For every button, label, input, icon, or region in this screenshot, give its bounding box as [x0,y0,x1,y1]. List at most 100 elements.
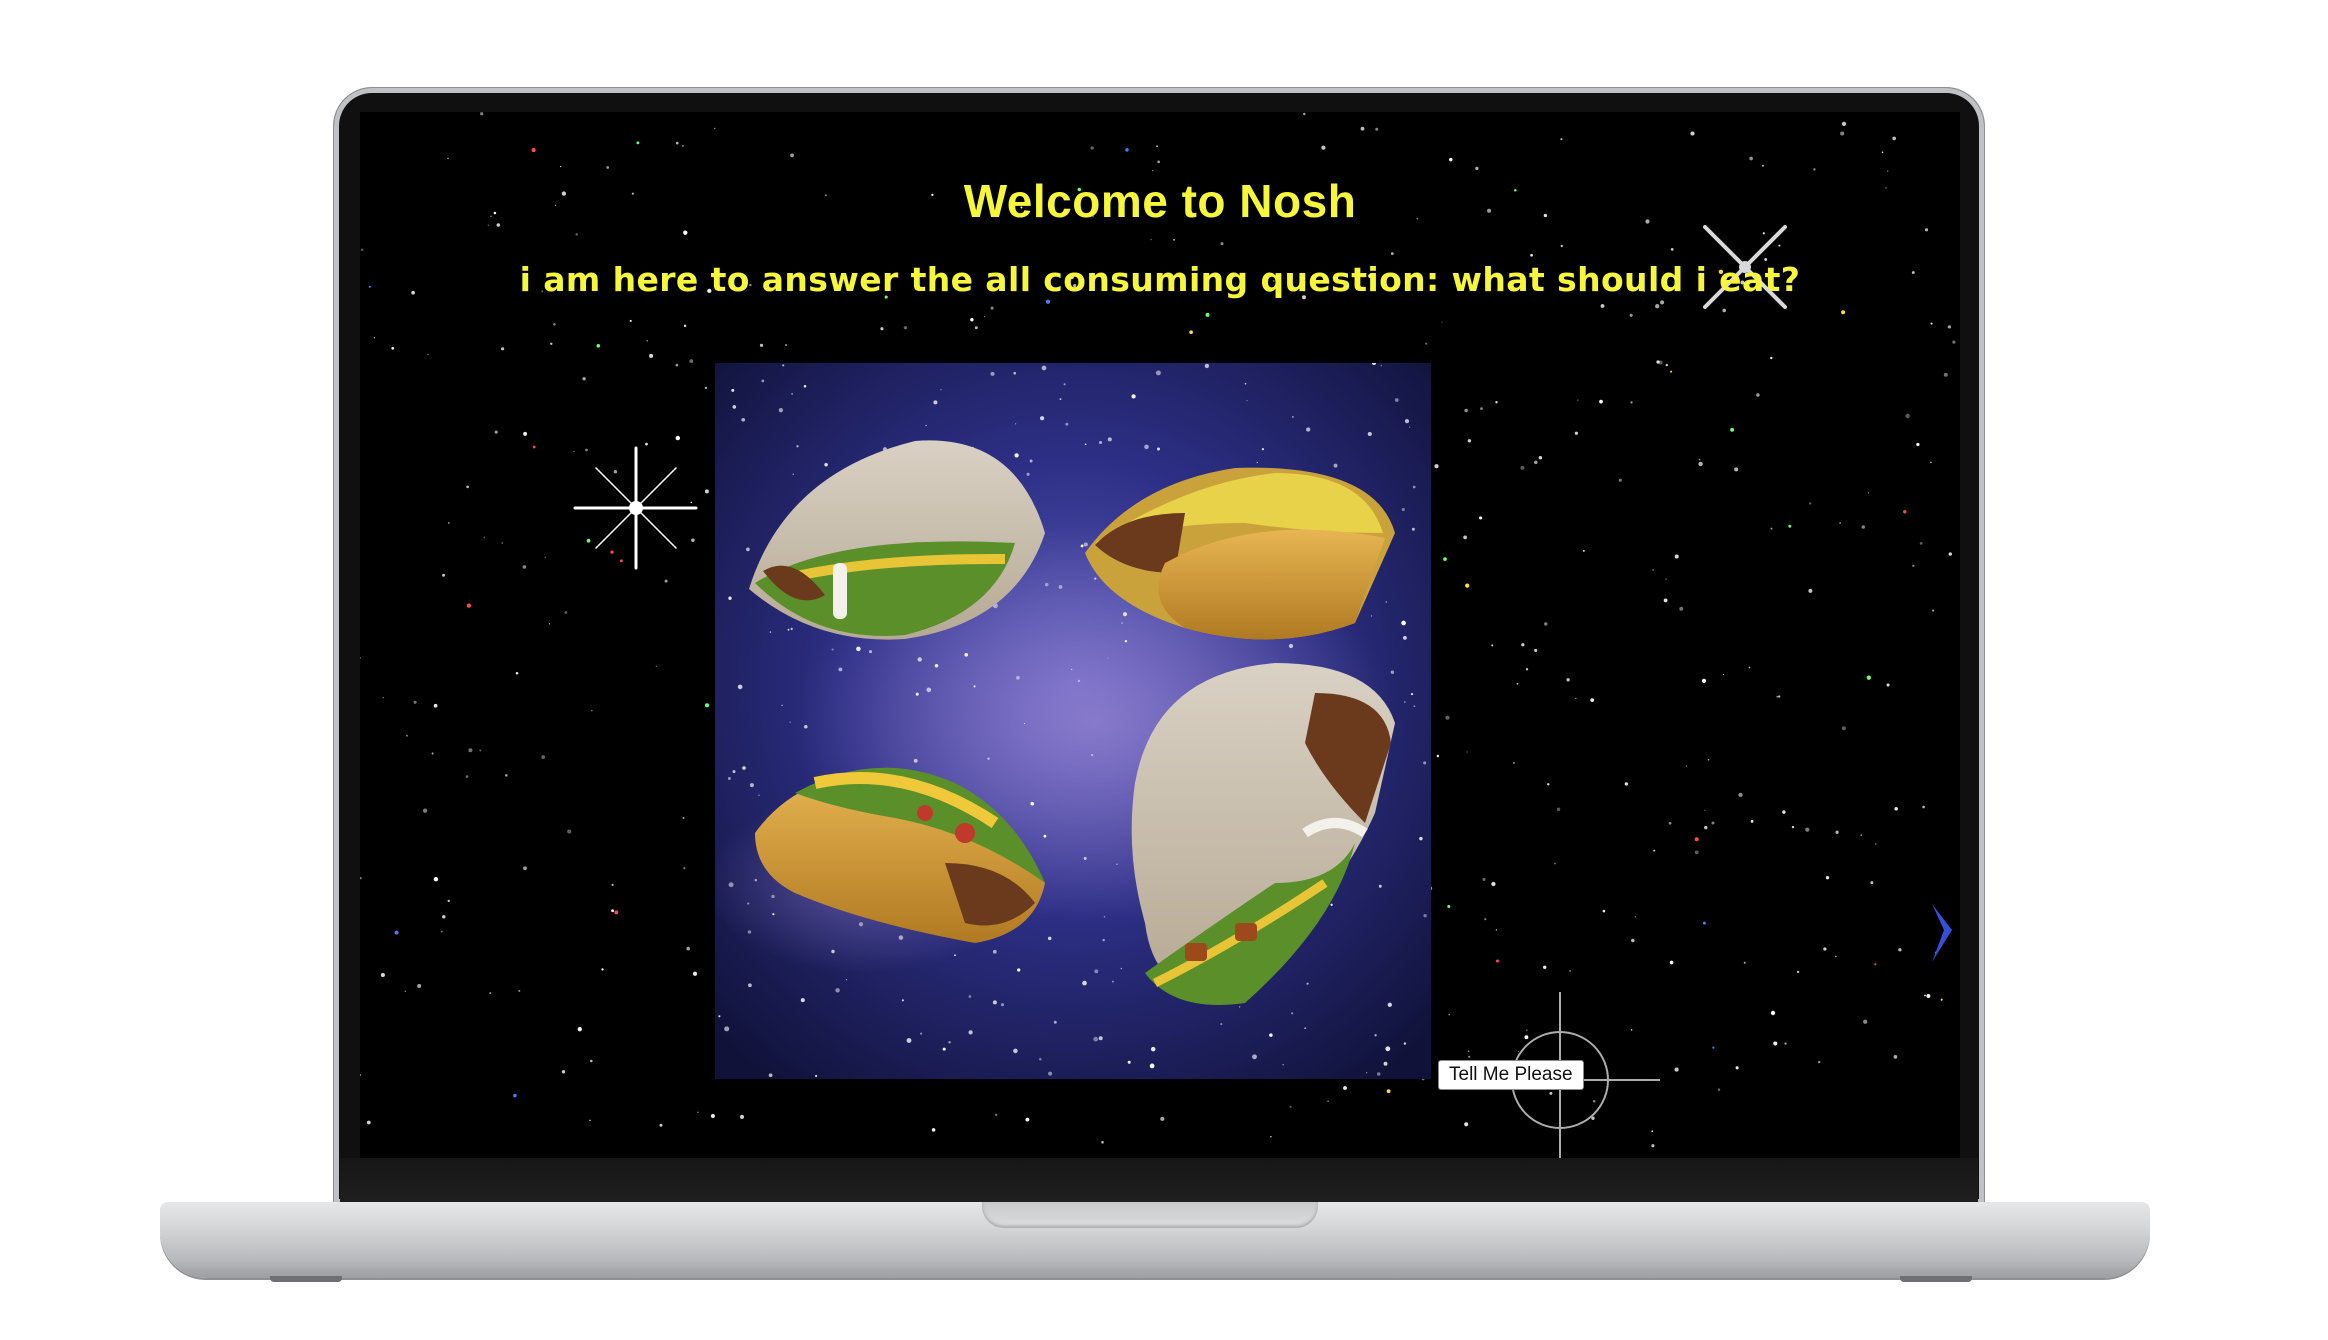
background-star [1590,698,1595,702]
colored-star [1940,998,1943,1001]
colored-star [614,910,619,915]
background-star [1582,549,1585,552]
background-star [1466,751,1468,753]
galaxy-star [926,687,932,693]
galaxy-star [933,400,938,405]
background-star [601,968,604,971]
galaxy-star [1111,980,1114,983]
background-star [1835,955,1837,958]
background-star [380,972,385,978]
background-star [1813,168,1816,171]
galaxy-star [1080,544,1084,548]
background-star [360,1074,362,1077]
galaxy-star [1029,459,1033,463]
background-star [360,657,361,659]
background-star [523,866,527,871]
background-star [1652,569,1654,571]
galaxy-star [1063,383,1066,386]
background-star [1738,792,1743,798]
background-star [591,709,593,712]
background-star [1101,1140,1104,1144]
background-star [1770,356,1773,360]
background-star [697,1111,699,1114]
background-star [582,377,586,381]
galaxy-star [800,998,805,1003]
galaxy-star [987,757,990,760]
galaxy-star [747,902,750,905]
galaxy-star [1376,1072,1381,1076]
background-star [1560,244,1563,248]
background-star [1698,461,1703,467]
background-star [1517,1050,1520,1053]
background-star [427,353,430,356]
background-star [649,353,654,358]
background-star [1784,1042,1787,1045]
background-star [880,327,884,331]
galaxy-star [747,930,752,934]
background-star [659,1123,663,1127]
galaxy-star [1016,675,1020,680]
galaxy-star [732,770,736,774]
background-star [1930,461,1932,464]
galaxy-star [925,424,927,427]
background-star [1704,825,1708,830]
background-star [1711,821,1715,825]
background-star [567,829,572,834]
background-star [1575,697,1577,700]
galaxy-star [1048,1071,1053,1076]
tell-me-please-button[interactable]: Tell Me Please [1438,1060,1584,1090]
background-star [629,319,632,322]
galaxy-star [1044,582,1049,587]
colored-star [1903,510,1907,514]
galaxy-star [1094,577,1097,580]
galaxy-star [789,721,791,723]
galaxy-star [831,648,834,651]
background-star [382,697,384,699]
galaxy-star [1378,884,1382,888]
background-star [1867,492,1870,494]
background-star [675,435,680,441]
background-star [1525,668,1529,671]
background-star [664,579,668,583]
background-star [1919,542,1923,545]
background-star [1448,1013,1451,1016]
background-star [1770,527,1773,530]
background-star [686,946,691,951]
background-star [1321,145,1326,150]
galaxy-star [748,983,752,988]
background-star [704,489,709,494]
background-star [1905,413,1910,419]
background-star [1943,372,1948,377]
background-star [1930,322,1933,325]
background-star [1160,1116,1165,1121]
background-star [1495,929,1498,931]
galaxy-star [1059,398,1062,400]
background-star [577,1027,582,1032]
galaxy-star [1039,1057,1042,1061]
background-star [1631,938,1635,943]
background-star [447,157,449,160]
galaxy-star [1374,1034,1377,1037]
galaxy-star [1306,427,1311,432]
background-star [1734,467,1739,472]
background-star [1157,160,1160,164]
galaxy-star [724,1026,730,1032]
background-star [1303,112,1306,116]
background-star [611,909,615,913]
background-star [1566,678,1570,682]
background-star [1463,535,1467,540]
galaxy-star [1291,415,1294,418]
colored-star [394,930,399,935]
taco-artwork [715,363,1431,1079]
background-star [690,501,693,504]
background-star [1390,252,1394,256]
laptop-foot-right [1900,1276,1972,1282]
background-star [575,233,578,236]
galaxy-star [1404,701,1406,703]
device-mockup: Welcome to Nosh i am here to answer the … [0,0,2328,1340]
colored-star [1841,310,1846,315]
colored-star [1730,427,1735,432]
background-star [1924,994,1926,997]
galaxy-star [1409,426,1411,428]
background-star [1805,827,1810,832]
